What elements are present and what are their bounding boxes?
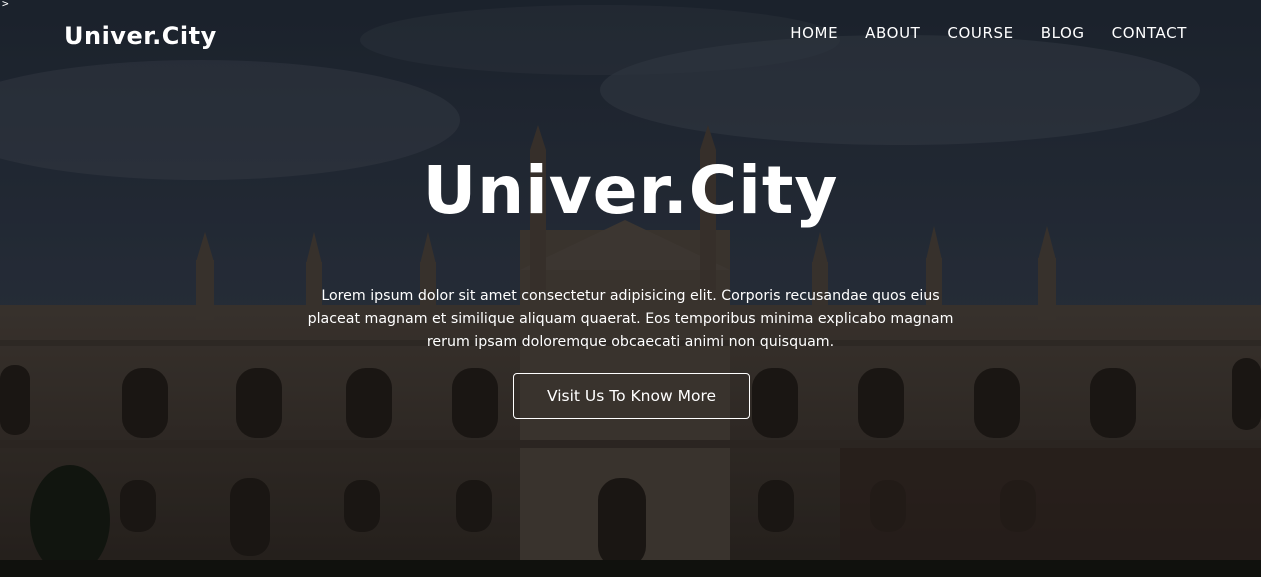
corner-glyph: > (2, 0, 9, 10)
site-logo[interactable]: Univer.City (64, 22, 217, 50)
nav-course[interactable]: COURSE (947, 24, 1013, 42)
nav-about[interactable]: ABOUT (865, 24, 920, 42)
hero-title: Univer.City (422, 152, 839, 229)
hero-description: Lorem ipsum dolor sit amet consectetur a… (307, 288, 954, 350)
main-nav: HOME ABOUT COURSE BLOG CONTACT (790, 24, 1187, 42)
nav-home[interactable]: HOME (790, 24, 838, 42)
visit-us-button[interactable]: Visit Us To Know More (513, 373, 750, 419)
nav-blog[interactable]: BLOG (1041, 24, 1085, 42)
nav-contact[interactable]: CONTACT (1112, 24, 1187, 42)
